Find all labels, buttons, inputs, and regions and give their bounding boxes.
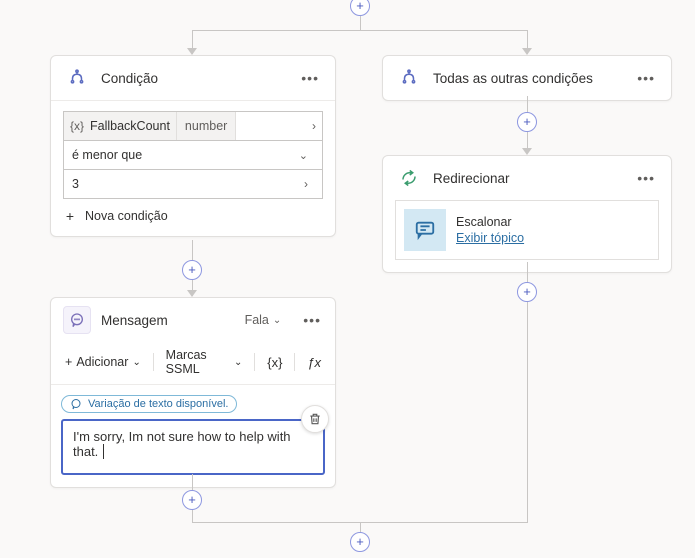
add-node-button-top[interactable]: + [350, 0, 370, 16]
condition-operator-row[interactable]: é menor que ⌄ [63, 140, 323, 170]
add-condition-label: Nova condição [85, 209, 168, 223]
arrowhead [522, 48, 532, 55]
redirect-step[interactable]: Escalonar Exibir tópico [395, 200, 659, 260]
other-conditions-card: Todas as outras condições [382, 55, 672, 101]
mode-label: Fala [245, 313, 269, 327]
toolbar-variable-button[interactable]: {x} [263, 353, 286, 372]
separator [254, 353, 255, 371]
delete-message-button[interactable] [301, 405, 329, 433]
branch-icon [65, 66, 89, 90]
toolbar-add-button[interactable]: + Adicionar ⌄ [61, 353, 145, 371]
arrowhead [522, 148, 532, 155]
chevron-down-icon: ⌄ [273, 315, 281, 326]
message-text-input[interactable]: I'm sorry, Im not sure how to help with … [61, 419, 325, 475]
message-icon [63, 306, 91, 334]
arrowhead [187, 48, 197, 55]
variable-token: {x} FallbackCount [64, 112, 177, 140]
more-menu-button[interactable] [635, 170, 657, 186]
card-header: Mensagem Fala ⌄ [51, 298, 335, 342]
condition-value-row[interactable]: 3 › [63, 169, 323, 199]
add-condition-button[interactable]: + Nova condição [63, 208, 323, 224]
more-menu-button[interactable] [301, 312, 323, 328]
add-node-button[interactable]: + [517, 282, 537, 302]
message-toolbar: + Adicionar ⌄ Marcas SSML ⌄ {x} ƒx [51, 342, 335, 385]
message-text: I'm sorry, Im not sure how to help with … [73, 429, 291, 459]
redirect-step-texts: Escalonar Exibir tópico [456, 215, 524, 245]
variation-chip-label: Variação de texto disponível. [88, 398, 228, 410]
redirect-icon [397, 166, 421, 190]
fx-icon: ƒx [307, 355, 321, 370]
add-node-button[interactable]: + [182, 260, 202, 280]
plus-icon: + [65, 355, 72, 369]
chevron-down-icon: ⌄ [234, 357, 242, 368]
condition-card: Condição {x} FallbackCount number › é me… [50, 55, 336, 237]
chevron-down-icon: ⌄ [132, 357, 140, 368]
card-header: Todas as outras condições [383, 56, 671, 100]
chevron-right-icon: › [306, 119, 322, 133]
arrowhead [187, 290, 197, 297]
view-topic-link[interactable]: Exibir tópico [456, 231, 524, 245]
card-header: Redirecionar [383, 156, 671, 200]
card-title: Redirecionar [433, 171, 623, 186]
operator-label: é menor que [72, 148, 293, 162]
chevron-right-icon: › [298, 177, 314, 191]
plus-icon: + [63, 208, 77, 224]
variation-chip[interactable]: Variação de texto disponível. [61, 395, 237, 413]
card-header: Condição [51, 56, 335, 101]
toolbar-ssml-button[interactable]: Marcas SSML ⌄ [162, 346, 247, 378]
toolbar-fx-button[interactable]: ƒx [303, 353, 325, 372]
separator [153, 353, 154, 371]
add-node-button-bottom[interactable]: + [350, 532, 370, 552]
branch-icon [397, 66, 421, 90]
variable-name: FallbackCount [90, 119, 170, 133]
edge [360, 16, 361, 30]
message-input-wrap: I'm sorry, Im not sure how to help with … [51, 419, 335, 487]
edge [192, 30, 528, 31]
flow-canvas: + Condição {x} FallbackCount number › [0, 0, 695, 558]
redirect-card: Redirecionar Escalonar Exibir tópico [382, 155, 672, 273]
redirect-step-title: Escalonar [456, 215, 524, 229]
more-menu-button[interactable] [635, 70, 657, 86]
toolbar-add-label: Adicionar [76, 355, 128, 369]
chevron-down-icon: ⌄ [293, 149, 314, 162]
card-body: {x} FallbackCount number › é menor que ⌄… [51, 101, 335, 236]
card-title: Mensagem [101, 313, 235, 328]
variable-type: number [177, 112, 236, 140]
value-label: 3 [72, 177, 298, 191]
condition-variable-row[interactable]: {x} FallbackCount number › [63, 111, 323, 141]
separator [294, 353, 295, 371]
fx-icon: {x} [70, 119, 84, 133]
toolbar-ssml-label: Marcas SSML [166, 348, 230, 376]
add-node-button[interactable]: + [182, 490, 202, 510]
message-card: Mensagem Fala ⌄ + Adicionar ⌄ Marcas SSM… [50, 297, 336, 488]
mode-selector[interactable]: Fala ⌄ [245, 313, 282, 327]
topic-icon [404, 209, 446, 251]
card-title: Todas as outras condições [433, 71, 623, 86]
card-title: Condição [101, 71, 287, 86]
add-node-button[interactable]: + [517, 112, 537, 132]
more-menu-button[interactable] [299, 70, 321, 86]
variable-icon: {x} [267, 355, 282, 370]
